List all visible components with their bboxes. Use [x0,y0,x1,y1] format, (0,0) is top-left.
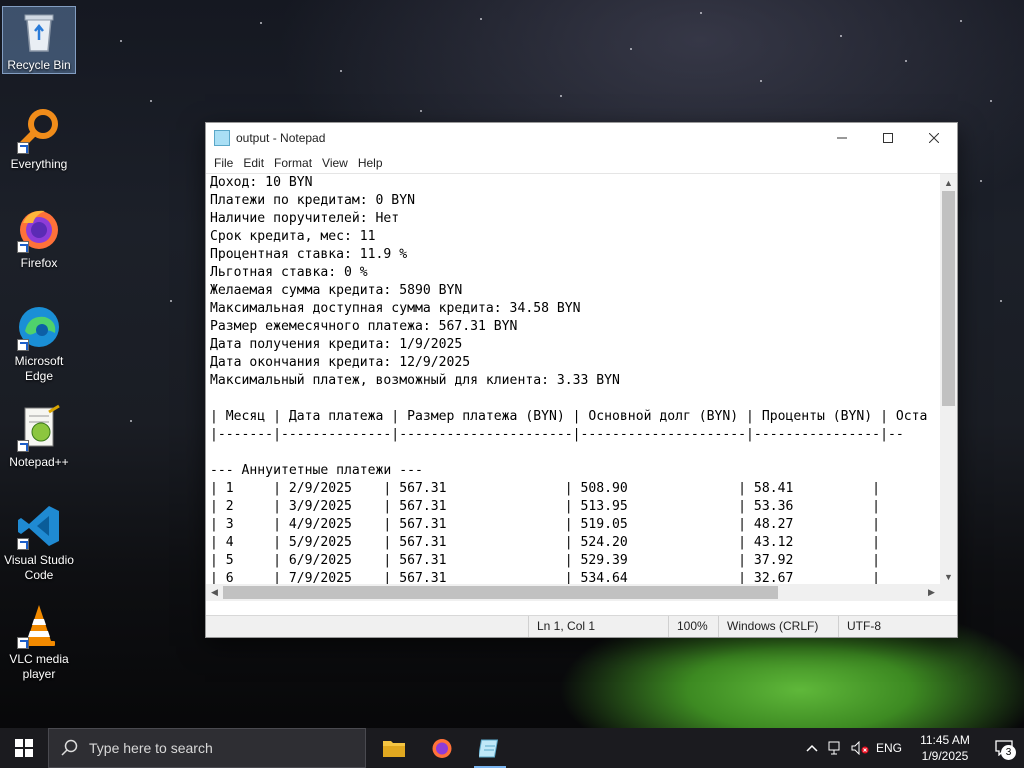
shortcut-arrow-icon [17,142,29,154]
desktop-icon-label: VLC media player [9,652,69,681]
notepad-window[interactable]: output - Notepad File Edit Format View H… [205,122,958,638]
taskbar-firefox[interactable] [418,728,466,768]
desktop-icon-label: Recycle Bin [7,58,71,72]
vlc-cone-icon [15,601,63,649]
scroll-left-icon[interactable]: ◀ [206,584,223,601]
vscode-icon [15,502,63,550]
text-editor[interactable]: Доход: 10 BYN Платежи по кредитам: 0 BYN… [206,173,957,601]
taskbar-file-explorer[interactable] [370,728,418,768]
vertical-scrollbar[interactable]: ▲ ▼ [940,174,957,585]
edge-icon [15,303,63,351]
shortcut-arrow-icon [17,538,29,550]
minimize-button[interactable] [819,123,865,153]
desktop-icon-label: Visual Studio Code [4,553,74,582]
desktop-icon-label: Notepad++ [9,455,69,469]
notepad-app-icon [214,130,230,146]
menu-view[interactable]: View [317,156,353,170]
menu-bar: File Edit Format View Help [206,153,957,173]
desktop-icon-label: Everything [10,157,68,171]
desktop-icon-label: Microsoft Edge [14,354,64,383]
desktop-icon-recycle-bin[interactable]: Recycle Bin [2,6,76,74]
clock-date: 1/9/2025 [921,749,969,763]
network-icon[interactable] [824,728,848,768]
notepad-icon [479,739,499,758]
vertical-scroll-thumb[interactable] [942,191,955,406]
recycle-bin-icon [15,7,63,55]
desktop-icon-vlc[interactable]: VLC media player [2,601,76,682]
minimize-icon [837,137,847,139]
encoding: UTF-8 [838,616,955,637]
taskbar-notepad[interactable] [466,728,514,768]
input-language[interactable]: ENG [872,728,906,768]
firefox-icon [15,205,63,253]
shortcut-arrow-icon [17,241,29,253]
desktop-icon-firefox[interactable]: Firefox [2,205,76,271]
close-button[interactable] [911,123,957,153]
firefox-icon [432,739,452,758]
shortcut-arrow-icon [17,637,29,649]
start-button[interactable] [0,728,48,768]
notepad-plus-plus-icon [15,404,63,452]
desktop-icon-everything[interactable]: Everything [2,106,76,172]
notification-badge: 3 [1001,745,1016,760]
cursor-position: Ln 1, Col 1 [528,616,668,637]
shortcut-arrow-icon [17,440,29,452]
taskbar-search-box[interactable]: Type here to search [48,728,366,768]
taskbar: Type here to search ENG 11:45 AM 1/9/202… [0,728,1024,768]
menu-edit[interactable]: Edit [238,156,269,170]
document-text[interactable]: Доход: 10 BYN Платежи по кредитам: 0 BYN… [210,174,940,584]
taskbar-clock[interactable]: 11:45 AM 1/9/2025 [906,732,984,764]
close-icon [929,133,939,143]
clock-time: 11:45 AM [920,733,970,747]
volume-muted-icon[interactable] [848,728,872,768]
system-tray: ENG 11:45 AM 1/9/2025 3 [800,728,1024,768]
maximize-icon [883,133,893,143]
chevron-up-icon[interactable] [800,728,824,768]
everything-search-icon [15,106,63,154]
title-bar[interactable]: output - Notepad [206,123,957,153]
scroll-right-icon[interactable]: ▶ [923,584,940,601]
line-endings: Windows (CRLF) [718,616,838,637]
maximize-button[interactable] [865,123,911,153]
scrollbar-corner [940,584,957,601]
horizontal-scrollbar[interactable]: ◀ ▶ [206,584,940,601]
search-placeholder: Type here to search [89,740,213,756]
scroll-up-icon[interactable]: ▲ [940,174,957,191]
folder-icon [383,741,405,757]
menu-help[interactable]: Help [353,156,388,170]
search-icon [61,739,78,756]
menu-file[interactable]: File [209,156,238,170]
desktop-icon-microsoft-edge[interactable]: Microsoft Edge [2,303,76,384]
status-bar: Ln 1, Col 1 100% Windows (CRLF) UTF-8 [206,615,957,637]
desktop-icon-label: Firefox [20,256,58,270]
horizontal-scroll-thumb[interactable] [223,586,778,599]
windows-logo-icon [15,739,33,757]
desktop-icon-notepad-plus-plus[interactable]: Notepad++ [2,404,76,470]
scroll-down-icon[interactable]: ▼ [940,568,957,585]
window-title: output - Notepad [236,131,326,145]
action-center-button[interactable]: 3 [984,728,1024,768]
menu-format[interactable]: Format [269,156,317,170]
shortcut-arrow-icon [17,339,29,351]
zoom-level: 100% [668,616,718,637]
desktop-icon-visual-studio-code[interactable]: Visual Studio Code [2,502,76,583]
